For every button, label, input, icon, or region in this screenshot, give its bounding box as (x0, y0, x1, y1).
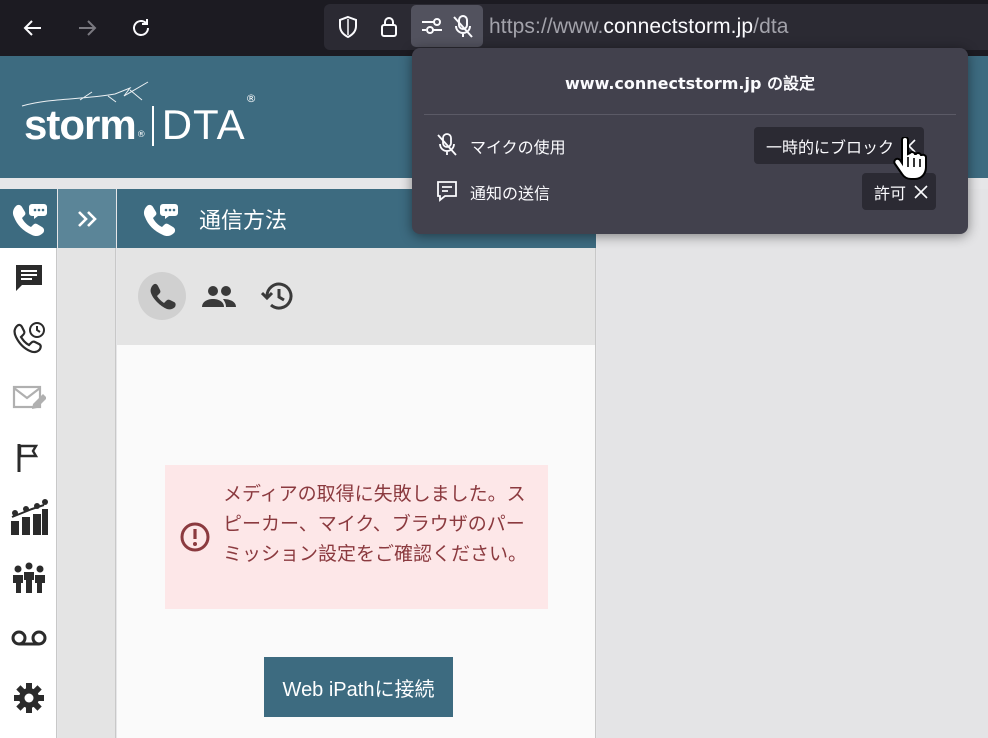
tab-people[interactable] (195, 272, 243, 320)
permission-row-notifications: 通知の送信 許可 (434, 173, 954, 210)
mic-blocked-icon (453, 15, 473, 38)
back-arrow-icon (23, 20, 41, 36)
message-icon (15, 265, 42, 291)
permission-state-text: 一時的にブロック (766, 137, 895, 157)
rail-item-communication[interactable] (0, 189, 57, 248)
site-permissions-popup: www.connectstorm.jp の設定 マイクの使用 一時的にブロック … (412, 48, 968, 234)
logo-dta-registered-mark: ® (245, 92, 257, 105)
double-chevron-right-icon (78, 210, 97, 227)
rail-item-messages[interactable] (0, 249, 57, 307)
expand-panel-button[interactable] (58, 189, 116, 248)
phone-icon (150, 283, 176, 310)
history-icon (261, 282, 293, 310)
content-area (597, 189, 988, 738)
phone-chat-icon (12, 203, 47, 236)
error-exclamation-icon (180, 522, 210, 552)
forward-button[interactable] (69, 10, 105, 46)
rail-item-flags[interactable] (0, 429, 57, 487)
phone-history-icon (13, 322, 45, 354)
side-rail (0, 189, 57, 738)
lock-icon (381, 17, 397, 37)
voicemail-icon (11, 630, 46, 646)
back-button[interactable] (15, 10, 51, 46)
group-icon (12, 562, 45, 593)
settings-gear-icon (13, 683, 44, 713)
notification-icon (434, 178, 460, 204)
reload-icon (133, 19, 149, 36)
error-alert: メディアの取得に失敗しました。スピーカー、マイク、ブラウザのパーミッション設定を… (165, 465, 548, 609)
tab-history[interactable] (253, 272, 301, 320)
url-bar[interactable]: https://www.connectstorm.jp/dta (324, 4, 988, 50)
panel-body: メディアの取得に失敗しました。スピーカー、マイク、ブラウザのパーミッション設定を… (117, 345, 596, 738)
flag-icon (17, 444, 38, 472)
shield-icon (339, 15, 357, 39)
forward-arrow-icon (79, 20, 97, 36)
logo-storm-text: storm (24, 101, 137, 148)
permissions-icon (422, 18, 442, 34)
permissions-button[interactable] (411, 5, 483, 47)
popup-divider (424, 114, 956, 115)
rail-item-groups[interactable] (0, 549, 57, 607)
permission-label-notifications: 通知の送信 (470, 184, 551, 203)
close-icon (914, 184, 928, 199)
permission-label-microphone: マイクの使用 (470, 138, 566, 157)
storm-dta-logo: storm ® DTA ® (24, 92, 257, 148)
rail-item-settings[interactable] (0, 669, 57, 727)
rail-item-voicemail[interactable] (0, 609, 57, 667)
rail-item-team-stats[interactable] (0, 489, 57, 547)
site-info-button[interactable] (374, 12, 404, 42)
url-prefix: https://www. (489, 15, 604, 38)
panel-tabs (117, 248, 596, 345)
rail-item-call-history[interactable] (0, 309, 57, 367)
phone-chat-icon (143, 203, 178, 236)
connect-web-ipath-button[interactable]: Web iPathに接続 (264, 657, 453, 717)
permission-state-text: 許可 (874, 183, 907, 203)
logo-registered-mark: ® (136, 130, 146, 140)
url-text[interactable]: https://www.connectstorm.jp/dta (489, 15, 789, 39)
clear-permission-button[interactable] (914, 184, 928, 199)
tracking-protection-button[interactable] (333, 12, 363, 42)
rail-item-mail[interactable] (0, 369, 57, 427)
logo-separator (151, 106, 154, 146)
error-message: メディアの取得に失敗しました。スピーカー、マイク、ブラウザのパーミッション設定を… (223, 483, 528, 565)
people-icon (202, 286, 236, 307)
url-host: connectstorm.jp (603, 15, 754, 38)
panel-title: 通信方法 (199, 208, 288, 234)
popup-title: www.connectstorm.jp の設定 (565, 74, 815, 93)
secondary-rail (58, 189, 116, 738)
url-path: /dta (753, 15, 789, 38)
mic-blocked-icon (434, 132, 460, 158)
hand-cursor-icon (893, 137, 927, 180)
logo-dta-text: DTA (161, 101, 246, 148)
team-chart-icon (10, 499, 48, 535)
tab-phone[interactable] (138, 272, 186, 320)
mail-edit-icon (12, 385, 46, 409)
reload-button[interactable] (123, 10, 159, 46)
permission-row-microphone: マイクの使用 一時的にブロック (434, 127, 954, 164)
